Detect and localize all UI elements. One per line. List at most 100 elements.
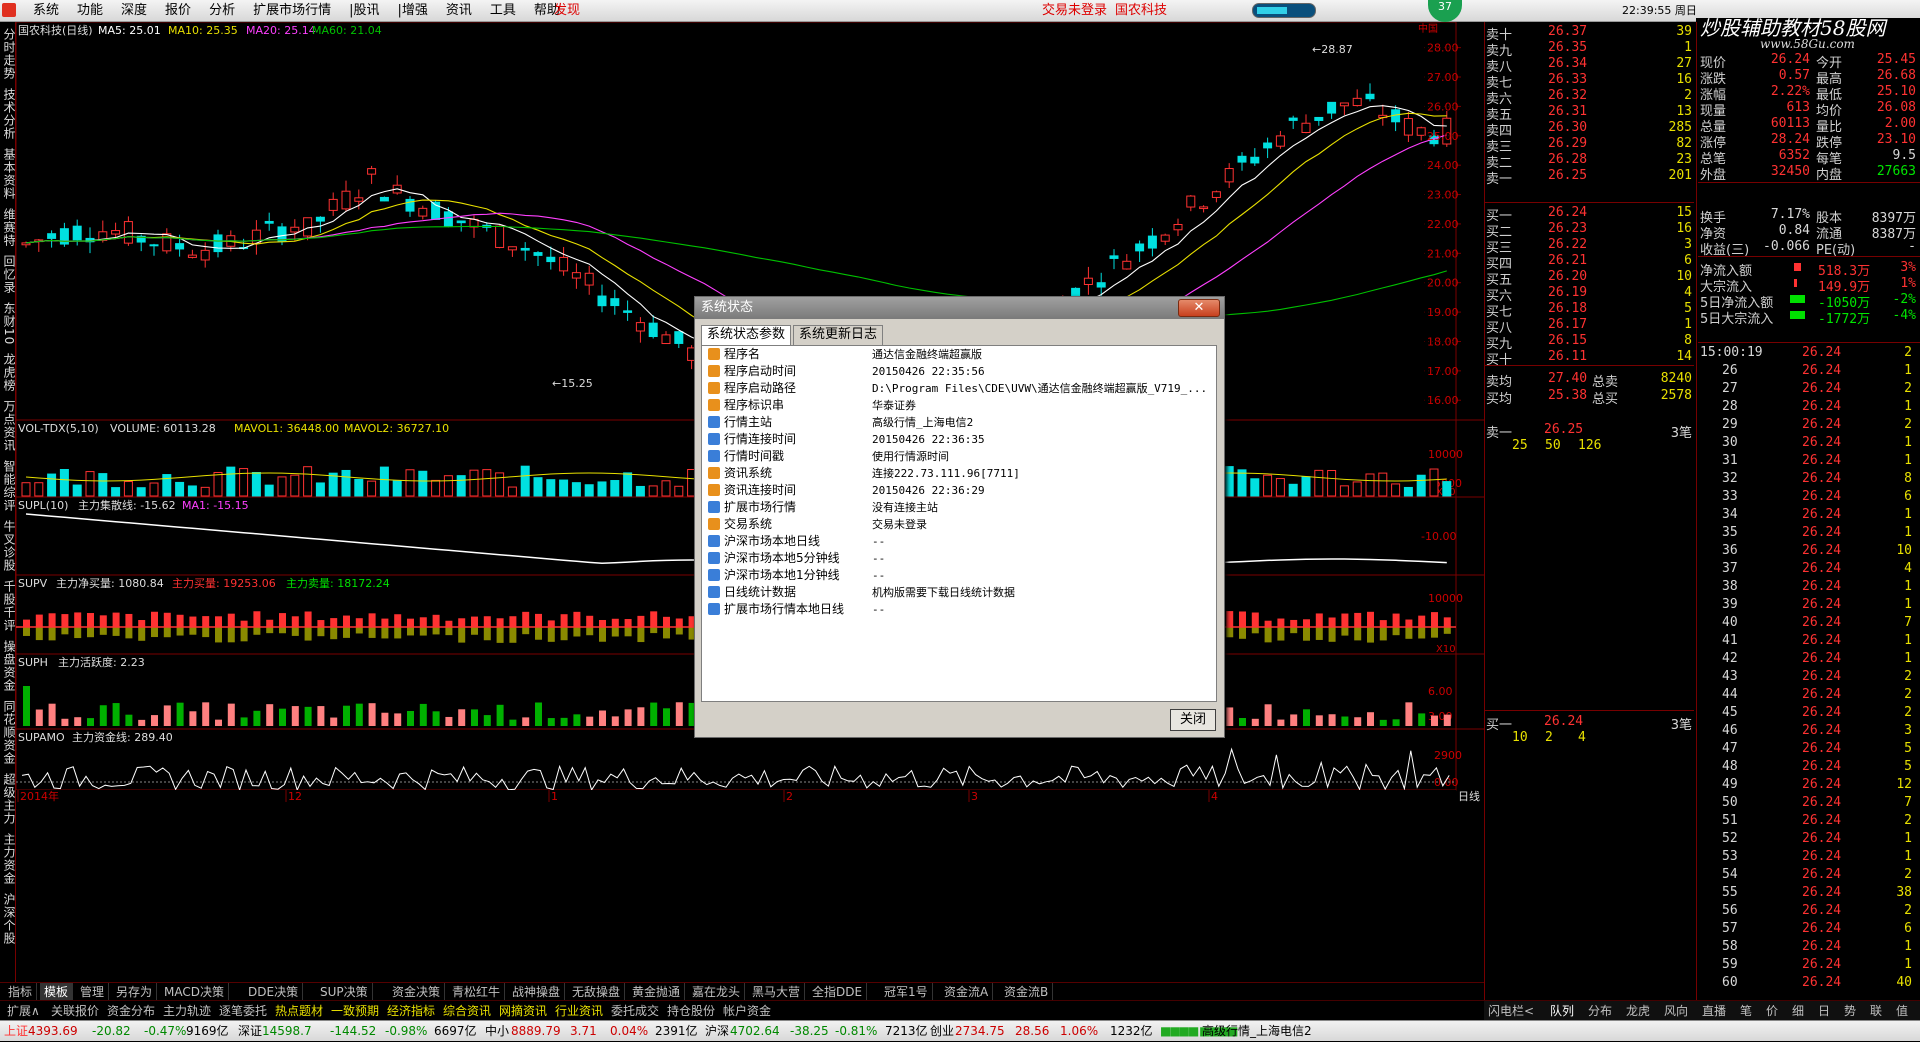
right-tab-3[interactable]: 龙虎 <box>1626 1001 1650 1021</box>
left-tab-1[interactable]: 技术分析 <box>1 88 16 140</box>
left-tab-9[interactable]: 牛叉诊股 <box>1 520 16 572</box>
indicator-tab-14[interactable]: 全指DDE <box>808 983 868 1001</box>
function-tab-1[interactable]: 关联报价 <box>48 1001 102 1021</box>
status-row[interactable]: 程序名 通达信金融终端超赢版 <box>702 346 1216 363</box>
status-row[interactable]: 行情主站 高级行情_上海电信2 <box>702 414 1216 431</box>
menu-item-5[interactable]: 扩展市场行情 <box>244 0 340 22</box>
function-tab-0[interactable]: 扩展∧ <box>4 1001 43 1021</box>
indicator-tab-2[interactable]: 管理 <box>76 983 110 1001</box>
indicator-tab-7[interactable]: 资金决策 <box>388 983 446 1001</box>
dialog-titlebar[interactable]: 系统状态 ✕ <box>695 297 1224 319</box>
dialog-close-icon[interactable]: ✕ <box>1178 299 1220 317</box>
function-tab-7[interactable]: 经济指标 <box>384 1001 438 1021</box>
menu-item-1[interactable]: 功能 <box>68 0 112 22</box>
indicator-tab-10[interactable]: 无敌操盘 <box>568 983 626 1001</box>
indicator-tab-11[interactable]: 黄金抛通 <box>628 983 686 1001</box>
left-tab-10[interactable]: 千股千评 <box>1 580 16 632</box>
period-label[interactable]: 日线 <box>1458 789 1480 803</box>
function-tab-6[interactable]: 一致预期 <box>328 1001 382 1021</box>
status-row[interactable]: 资讯连接时间 20150426 22:36:29 <box>702 482 1216 499</box>
status-row[interactable]: 扩展市场行情 没有连接主站 <box>702 499 1216 516</box>
indicator-tab-0[interactable]: 指标 <box>4 983 38 1001</box>
indicator-tab-6[interactable]: SUP决策 <box>316 983 373 1001</box>
right-tab-0[interactable]: 闪电栏< <box>1488 1001 1534 1021</box>
left-tab-7[interactable]: 万点资讯 <box>1 400 16 452</box>
right-tab-5[interactable]: 直播 <box>1702 1001 1726 1021</box>
right-tab-12[interactable]: 值 <box>1896 1001 1908 1021</box>
function-tab-5[interactable]: 热点题材 <box>272 1001 326 1021</box>
right-tab-1[interactable]: 队列 <box>1550 1001 1574 1021</box>
function-tab-3[interactable]: 主力轨迹 <box>160 1001 214 1021</box>
right-tab-11[interactable]: 联 <box>1870 1001 1882 1021</box>
indicator-tab-5[interactable]: DDE决策 <box>244 983 304 1001</box>
left-tab-2[interactable]: 基本资料 <box>1 148 16 200</box>
menu-item-6[interactable]: |股讯 <box>340 0 388 22</box>
index-sz-label[interactable]: 深证 <box>238 1021 262 1042</box>
indicator-tab-3[interactable]: 另存为 <box>112 983 158 1001</box>
status-row[interactable]: 程序标识串 华泰证券 <box>702 397 1216 414</box>
status-row[interactable]: 沪深市场本地1分钟线 -- <box>702 567 1216 584</box>
indicator-tab-13[interactable]: 黑马大营 <box>748 983 806 1001</box>
indicator-tab-1[interactable]: 模板 <box>40 983 74 1001</box>
left-tab-0[interactable]: 分时走势 <box>1 28 16 80</box>
tab-system-params[interactable]: 系统状态参数 <box>701 325 792 346</box>
indicator-tab-15[interactable]: 冠军1号 <box>880 983 933 1001</box>
menu-item-4[interactable]: 分析 <box>200 0 244 22</box>
right-tab-8[interactable]: 细 <box>1792 1001 1804 1021</box>
status-row[interactable]: 资讯系统 连接222.73.111.96[7711] <box>702 465 1216 482</box>
close-button[interactable]: 关闭 <box>1170 709 1216 731</box>
index-zx-label[interactable]: 中小 <box>485 1021 509 1042</box>
left-tab-14[interactable]: 主力资金 <box>1 833 16 885</box>
menu-item-9[interactable]: 工具 <box>481 0 525 22</box>
left-tab-13[interactable]: 超级主力 <box>1 773 16 825</box>
function-tab-4[interactable]: 逐笔委托 <box>216 1001 270 1021</box>
indicator-tab-17[interactable]: 资金流B <box>1000 983 1054 1001</box>
left-tab-11[interactable]: 操盘资金 <box>1 640 16 692</box>
function-tab-10[interactable]: 行业资讯 <box>552 1001 606 1021</box>
left-tab-4[interactable]: 回忆录 <box>1 255 16 294</box>
indicator-tab-8[interactable]: 青松红牛 <box>448 983 506 1001</box>
indicator-tab-16[interactable]: 资金流A <box>940 983 994 1001</box>
status-row[interactable]: 行情连接时间 20150426 22:36:35 <box>702 431 1216 448</box>
left-tab-5[interactable]: 东财10 <box>1 302 16 345</box>
indicator-tab-9[interactable]: 战神操盘 <box>508 983 566 1001</box>
trade-status[interactable]: 交易未登录 <box>1042 0 1107 22</box>
status-row[interactable]: 日线统计数据 机构版需要下载日线统计数据 <box>702 584 1216 601</box>
status-row[interactable]: 沪深市场本地5分钟线 -- <box>702 550 1216 567</box>
function-tab-2[interactable]: 资金分布 <box>104 1001 158 1021</box>
right-tab-4[interactable]: 风向 <box>1664 1001 1688 1021</box>
menu-item-7[interactable]: |增强 <box>388 0 436 22</box>
left-tab-3[interactable]: 维赛特 <box>1 208 16 247</box>
left-tab-12[interactable]: 同花顺资金 <box>1 700 16 765</box>
status-row[interactable]: 行情时间戳 使用行情源时间 <box>702 448 1216 465</box>
function-tab-8[interactable]: 综合资讯 <box>440 1001 494 1021</box>
left-tab-8[interactable]: 智能综评 <box>1 460 16 512</box>
notification-badge[interactable]: 37 <box>1428 0 1462 22</box>
server-name[interactable]: 高级行情_上海电信2 <box>1202 1021 1312 1042</box>
function-tab-12[interactable]: 持仓股份 <box>664 1001 718 1021</box>
right-tab-10[interactable]: 势 <box>1844 1001 1856 1021</box>
right-tab-7[interactable]: 价 <box>1766 1001 1778 1021</box>
right-tab-6[interactable]: 笔 <box>1740 1001 1752 1021</box>
discover-link[interactable]: 发现 <box>554 0 580 22</box>
function-tab-13[interactable]: 帐户资金 <box>720 1001 774 1021</box>
tab-update-log[interactable]: 系统更新日志 <box>793 325 884 345</box>
index-hs-label[interactable]: 沪深 <box>705 1021 729 1042</box>
index-cy-label[interactable]: 创业 <box>930 1021 954 1042</box>
right-tab-2[interactable]: 分布 <box>1588 1001 1612 1021</box>
status-row[interactable]: 扩展市场行情本地日线 -- <box>702 601 1216 618</box>
status-row[interactable]: 交易系统 交易未登录 <box>702 516 1216 533</box>
status-list[interactable]: 程序名 通达信金融终端超赢版 程序启动时间 20150426 22:35:56 程序启动… <box>701 345 1217 702</box>
status-row[interactable]: 沪深市场本地日线 -- <box>702 533 1216 550</box>
index-sh-label[interactable]: 上证 <box>4 1021 28 1042</box>
indicator-tab-4[interactable]: MACD决策 <box>160 983 229 1001</box>
menu-item-2[interactable]: 深度 <box>112 0 156 22</box>
menu-item-8[interactable]: 资讯 <box>437 0 481 22</box>
function-tab-11[interactable]: 委托成交 <box>608 1001 662 1021</box>
left-tab-6[interactable]: 龙虎榜 <box>1 353 16 392</box>
indicator-tab-12[interactable]: 嘉在龙头 <box>688 983 746 1001</box>
menu-item-0[interactable]: 系统 <box>24 0 68 22</box>
menu-item-3[interactable]: 报价 <box>156 0 200 22</box>
function-tab-9[interactable]: 网摘资讯 <box>496 1001 550 1021</box>
status-row[interactable]: 程序启动时间 20150426 22:35:56 <box>702 363 1216 380</box>
